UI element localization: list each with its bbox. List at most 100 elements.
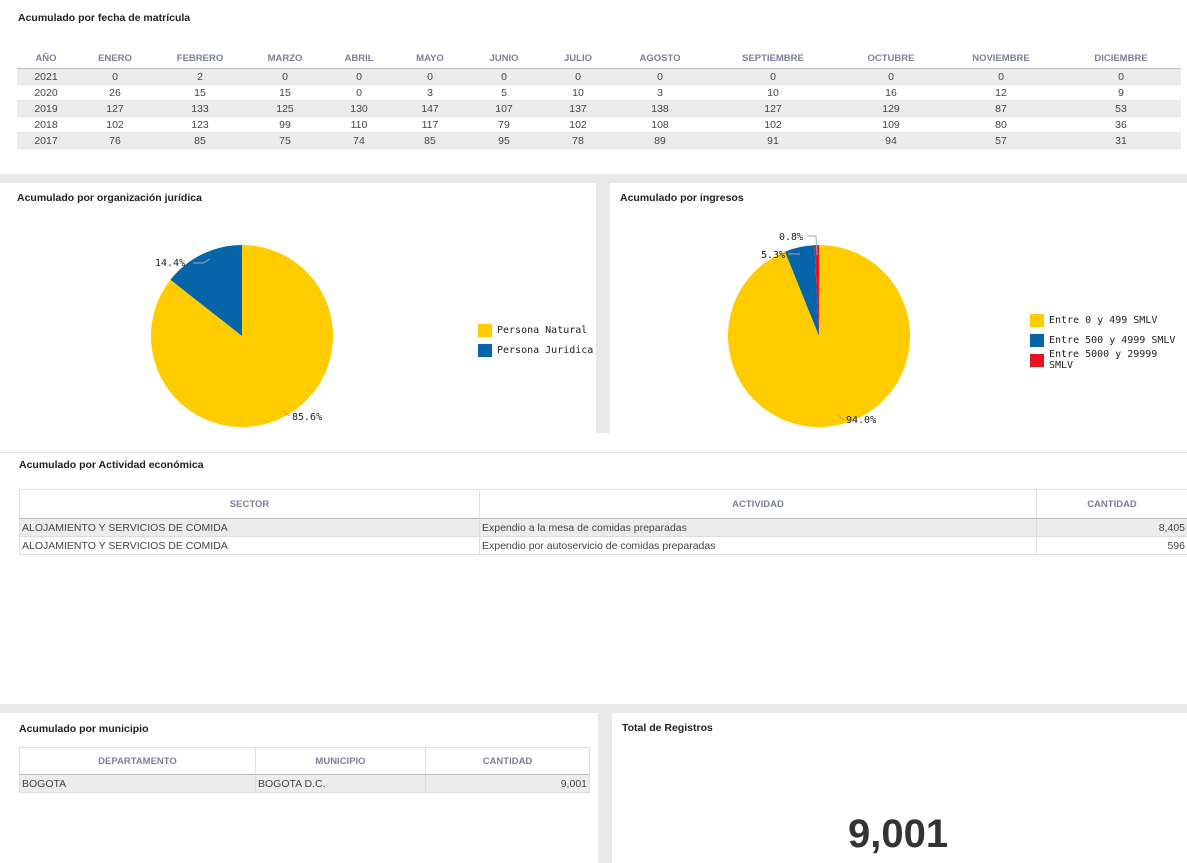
table-cell: 75 (245, 132, 325, 149)
actividad-table: SECTOR ACTIVIDAD CANTIDAD ALOJAMIENTO Y SE… (19, 489, 1187, 555)
table-cell: 74 (325, 132, 393, 149)
legend-label: Entre 0 y 499 SMLV (1049, 314, 1158, 326)
column-header[interactable]: MUNICIPIO (255, 747, 426, 775)
pie-data-label: 5.3% (761, 250, 785, 261)
matricula-month-table: AÑO ENERO FEBRERO MARZO ABRIL MAYO JUNIO JULIO A… (17, 48, 1181, 149)
table-cell: Expendio por autoservicio de comidas pre… (479, 536, 1037, 555)
table-cell: 102 (705, 116, 841, 133)
table-row: 2018 102 123 99 110 117 79 102 108 102 109 80 36 (17, 116, 1181, 133)
legend-item[interactable]: Entre 500 y 4999 SMLV (1030, 330, 1187, 350)
table-cell: 80 (941, 116, 1061, 133)
column-header[interactable]: SEPTIEMBRE (705, 48, 841, 69)
pie-data-label: 14.4% (155, 258, 185, 269)
pie-data-label: 85.6% (292, 412, 322, 423)
table-cell: 2019 (17, 100, 75, 117)
table-cell: ALOJAMIENTO Y SERVICIOS DE COMIDA (19, 518, 480, 537)
table-row: 2020 26 15 15 0 3 5 10 3 10 16 12 9 (17, 84, 1181, 101)
legend-label: Entre 500 y 4999 SMLV (1049, 334, 1176, 346)
table-cell: 87 (941, 100, 1061, 117)
table-cell: 3 (615, 84, 705, 101)
table-row: ALOJAMIENTO Y SERVICIOS DE COMIDA Expendi… (19, 518, 1187, 537)
table-cell: 94 (841, 132, 941, 149)
legend-item[interactable]: Entre 5000 y 29999 SMLV (1030, 349, 1187, 371)
legend-label: Entre 5000 y 29999 SMLV (1048, 349, 1158, 371)
column-header[interactable]: JUNIO (467, 48, 541, 69)
municipio-section-title: Acumulado por municipio (19, 723, 149, 735)
column-header[interactable]: DICIEMBRE (1061, 48, 1181, 69)
column-header[interactable]: OCTUBRE (841, 48, 941, 69)
legend-swatch (478, 343, 492, 357)
table-cell: 137 (541, 100, 615, 117)
column-header[interactable]: ACTIVIDAD (479, 489, 1037, 519)
table-cell: 129 (841, 100, 941, 117)
legend-label: Persona Juridica (497, 344, 594, 356)
column-header[interactable]: ENERO (75, 48, 155, 69)
table-cell: 2 (155, 68, 245, 85)
table-cell: 2017 (17, 132, 75, 149)
table-cell: 9,001 (425, 774, 590, 793)
table-cell: 110 (325, 116, 393, 133)
table-cell: 31 (1061, 132, 1181, 149)
table-cell: 0 (325, 84, 393, 101)
legend-item[interactable]: Persona Juridica (478, 340, 593, 360)
column-header[interactable]: MARZO (245, 48, 325, 69)
table-cell: ALOJAMIENTO Y SERVICIOS DE COMIDA (19, 536, 480, 555)
table-cell: 15 (245, 84, 325, 101)
juridica-section-title: Acumulado por organización jurídica (17, 192, 202, 204)
column-header[interactable]: DEPARTAMENTO (19, 747, 256, 775)
table-cell: 147 (393, 100, 467, 117)
legend-swatch (1030, 333, 1044, 347)
column-header[interactable]: SECTOR (19, 489, 480, 519)
column-header[interactable]: MAYO (393, 48, 467, 69)
table-cell: 123 (155, 116, 245, 133)
table-cell: 127 (75, 100, 155, 117)
column-header[interactable]: AÑO (17, 48, 75, 69)
table-cell: 2021 (17, 68, 75, 85)
table-cell: 85 (393, 132, 467, 149)
table-cell: 0 (705, 68, 841, 85)
table-row: 2019 127 133 125 130 147 107 137 138 127 129 87 53 (17, 100, 1181, 117)
month-table-header: AÑO ENERO FEBRERO MARZO ABRIL MAYO JUNIO JULIO A… (17, 48, 1181, 69)
table-cell: 107 (467, 100, 541, 117)
table-cell: 0 (245, 68, 325, 85)
separator-band (0, 174, 1187, 183)
column-header[interactable]: CANTIDAD (425, 747, 590, 775)
table-cell: 125 (245, 100, 325, 117)
column-header[interactable]: NOVIEMBRE (941, 48, 1061, 69)
table-cell: BOGOTA D.C. (255, 774, 426, 793)
column-header[interactable]: ABRIL (325, 48, 393, 69)
table-cell: 16 (841, 84, 941, 101)
table-cell: 9 (1061, 84, 1181, 101)
column-header[interactable]: CANTIDAD (1036, 489, 1187, 519)
table-cell: 0 (941, 68, 1061, 85)
table-cell: 76 (75, 132, 155, 149)
legend-swatch (1030, 353, 1044, 367)
table-cell: 127 (705, 100, 841, 117)
legend-item[interactable]: Persona Natural (478, 320, 593, 340)
table-cell: 102 (541, 116, 615, 133)
table-cell: 12 (941, 84, 1061, 101)
legend-swatch (1030, 313, 1044, 327)
table-cell: 0 (75, 68, 155, 85)
table-cell: 596 (1036, 536, 1187, 555)
table-cell: 95 (467, 132, 541, 149)
column-header[interactable]: FEBRERO (155, 48, 245, 69)
table-cell: 0 (1061, 68, 1181, 85)
table-cell: 133 (155, 100, 245, 117)
column-header[interactable]: JULIO (541, 48, 615, 69)
table-cell: 8,405 (1036, 518, 1187, 537)
table-cell: 117 (393, 116, 467, 133)
table-cell: 10 (541, 84, 615, 101)
table-cell: 130 (325, 100, 393, 117)
pie-data-label: 94.0% (846, 415, 876, 426)
table-cell: 0 (393, 68, 467, 85)
table-cell: 2018 (17, 116, 75, 133)
table-row: BOGOTA BOGOTA D.C. 9,001 (19, 774, 590, 793)
legend-item[interactable]: Entre 0 y 499 SMLV (1030, 310, 1187, 330)
separator-band (0, 704, 1187, 713)
table-cell: 3 (393, 84, 467, 101)
column-header[interactable]: AGOSTO (615, 48, 705, 69)
fecha-section-title: Acumulado por fecha de matrícula (18, 12, 191, 24)
table-cell: 102 (75, 116, 155, 133)
table-cell: 0 (467, 68, 541, 85)
